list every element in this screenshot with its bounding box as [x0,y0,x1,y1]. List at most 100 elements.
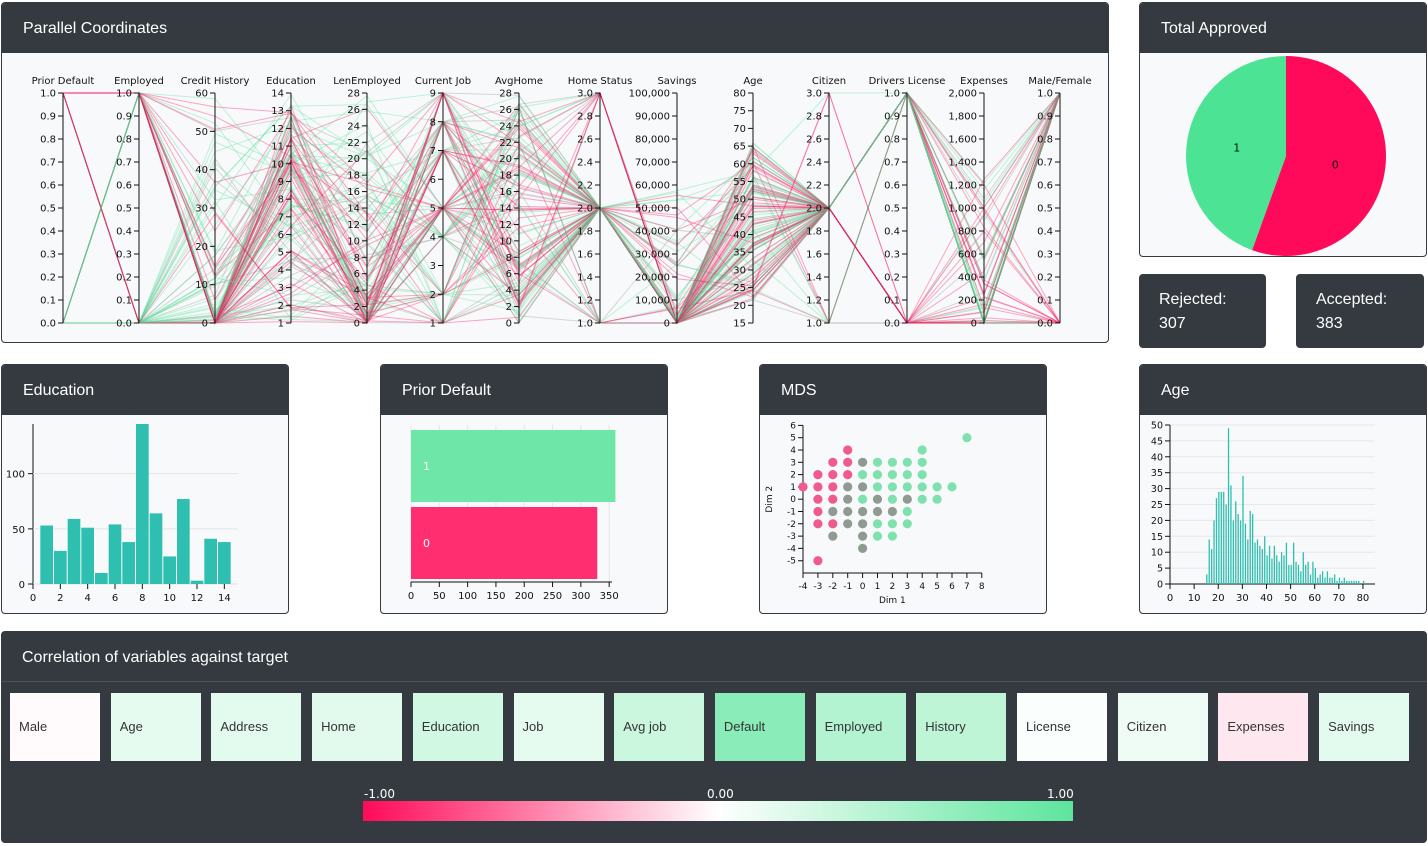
mds-point [858,470,868,480]
pc-tick-label: 50,000 [635,204,670,215]
pc-tick-label: 0 [664,319,670,330]
pc-tick-label: 10,000 [635,296,670,307]
pc-tick-label: 200 [958,296,977,307]
parallel-coordinates-chart[interactable]: Prior Default 1.0 0.9 0.8 0.7 0.6 0.5 0.4 0.3 0.2… [2,53,1109,343]
correlation-cell-male[interactable]: Male [10,693,100,761]
pc-tick-label: 0.5 [884,204,900,215]
age-bar [1348,580,1350,584]
age-bar [1223,491,1225,584]
mds-point [917,494,927,504]
mds-point [858,494,868,504]
pd-bar-label: 1 [423,460,430,473]
pc-tick-label: 2.8 [577,112,593,123]
mds-point [932,494,942,504]
pc-tick-label: 26 [347,105,360,116]
pc-tick-label: 0.4 [116,227,132,238]
pc-tick-label: 3.0 [577,89,593,100]
pc-tick-label: 0.5 [40,204,56,215]
pc-tick-label: 3.0 [806,89,822,100]
pc-tick-label: 1.2 [577,296,593,307]
age-bar [1225,504,1227,584]
age-bar [1237,514,1239,584]
pc-tick-label: 8 [278,195,284,206]
pc-tick-label: 0.2 [116,273,132,284]
age-bar [1355,580,1358,584]
correlation-cell-job[interactable]: Job [513,693,604,761]
pc-tick-label: 100,000 [629,89,670,100]
age-bar [1305,564,1307,584]
pc-tick-label: 28 [499,89,512,100]
edu-x-tick-label: 14 [218,593,231,604]
correlation-cell-citizen[interactable]: Citizen [1117,693,1208,761]
mds-point [872,531,883,541]
correlation-cell-license[interactable]: License [1017,693,1107,761]
pc-tick-label: 0.0 [1037,319,1053,330]
pc-tick-label: 20 [347,154,360,165]
pc-axis-label: Prior Default [32,76,95,87]
pc-tick-label: 6 [506,269,512,280]
mds-point [887,531,897,541]
pc-tick-label: 2.4 [806,158,822,169]
mds-x-tick-label: -3 [813,582,822,592]
age-y-tick-label: 20 [1151,516,1163,527]
age-x-tick-label: 50 [1284,593,1297,604]
pc-tick-label: 11 [271,142,284,153]
pd-x-tick-label: 0 [408,591,414,602]
age-y-tick-label: 50 [1151,421,1163,432]
correlation-cell-education[interactable]: Education [412,693,503,761]
mds-point [887,457,897,467]
total-approved-pie-chart[interactable]: 01 [1140,53,1427,257]
correlation-divider [1,681,1427,682]
correlation-cell-home[interactable]: Home [312,693,403,761]
age-bar [1338,577,1341,584]
age-bar [1273,545,1276,584]
mds-point [887,494,897,504]
education-bar-chart[interactable]: 0 50 100 0 2 4 6 8 10 12 14 [2,415,289,614]
edu-y-tick-label: 100 [6,470,25,481]
mds-point [872,494,883,504]
edu-bar [54,550,67,584]
age-y-tick-label: 35 [1151,468,1163,479]
pc-axis: Prior Default 1.0 0.9 0.8 0.7 0.6 0.5 0.4 0.3 0.2… [32,76,95,330]
age-bar [1280,552,1283,584]
pc-tick-label: 1.0 [806,319,822,330]
pc-tick-label: 5 [278,248,284,259]
correlation-cell-history[interactable]: History [916,693,1007,761]
pc-tick-label: 22 [347,138,360,149]
age-bar [1218,491,1220,584]
mds-x-tick-label: 3 [904,582,910,592]
correlation-cell-expenses[interactable]: Expenses [1218,693,1309,761]
total-approved-title: Total Approved [1140,3,1426,53]
age-bar [1309,574,1312,584]
pc-tick-label: 0.2 [884,273,900,284]
legend-min-label: -1.00 [364,787,396,801]
correlation-cell-savings[interactable]: Savings [1319,693,1410,761]
mds-point [887,519,897,529]
pc-tick-label: 0.4 [40,227,56,238]
pie-slice-label: 1 [1233,141,1240,154]
mds-point [932,482,942,492]
mds-x-tick-label: 6 [949,582,955,592]
prior-default-bar-chart[interactable]: 0 50 100 150 200 250 300 350 1 0 [381,415,668,614]
age-bar [1230,485,1232,584]
correlation-cell-avg-job[interactable]: Avg job [614,693,705,761]
pc-tick-label: 3 [430,261,436,272]
pc-tick-label: 1.8 [577,227,593,238]
age-histogram[interactable]: 0 5 10 15 20 25 30 35 40 45 50 0 10 20 30 40 50 60 70 80 [1140,415,1427,614]
pc-tick-label: 2 [354,302,360,313]
correlation-cell-employed[interactable]: Employed [815,693,906,761]
pc-tick-label: 6 [354,269,360,280]
correlation-cell-address[interactable]: Address [211,693,302,761]
mds-point [813,494,823,504]
correlation-cell-age[interactable]: Age [110,693,201,761]
mds-scatter-chart[interactable]: -4 -3 -2 -1 0 1 2 3 4 5 6 7 8-5-4-3-2-10123456Dim 1D… [760,415,1047,614]
pc-axis-label: AvgHome [495,76,543,87]
mds-point [917,445,927,455]
pc-tick-label: 2 [430,290,436,301]
pc-axis-label: LenEmployed [333,76,401,87]
correlation-cell-default[interactable]: Default [714,693,805,761]
parallel-coordinates-title: Parallel Coordinates [2,3,1108,53]
pc-tick-label: 50 [195,127,208,138]
age-bar [1331,577,1333,584]
education-card: Education 0 50 100 0 2 4 6 8 10 12 14 [1,364,289,614]
